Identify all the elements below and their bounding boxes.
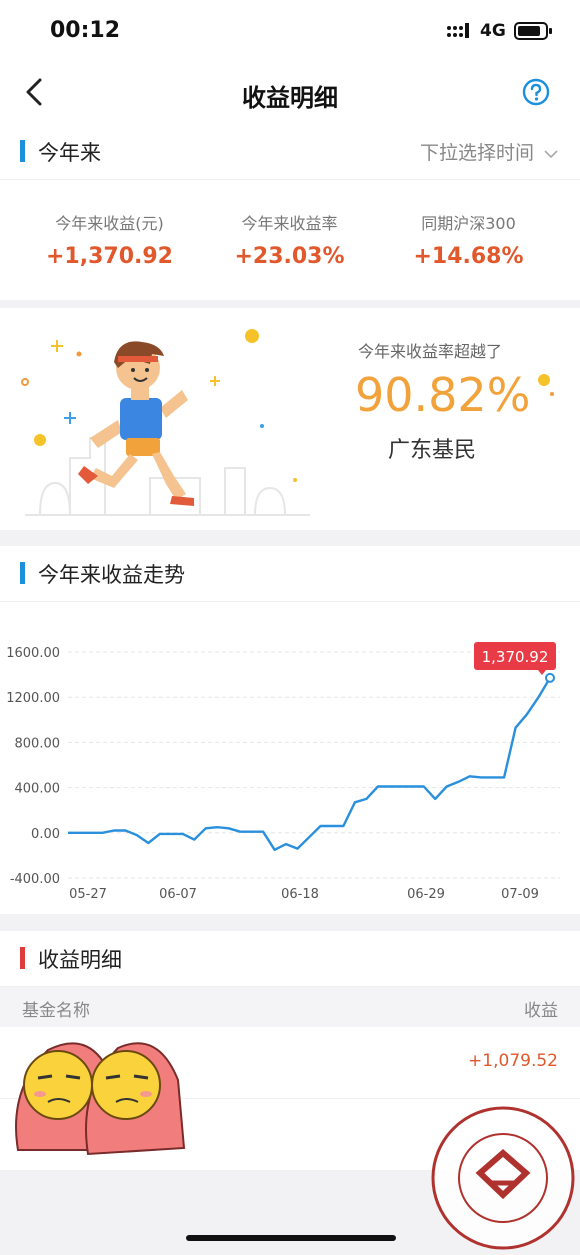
- tooltip-pointer: [538, 670, 546, 675]
- status-time: 00:12: [50, 18, 121, 43]
- network-type: 4G: [480, 21, 506, 41]
- ranking-group: 广东基民: [388, 438, 477, 463]
- tooltip-label: 1,370.92: [482, 648, 549, 666]
- detail-table-header: 基金名称 收益: [0, 987, 580, 1027]
- stat-value: +23.03%: [234, 244, 345, 269]
- trend-section-title: 今年来收益走势: [38, 563, 185, 587]
- battery-icon: [514, 22, 552, 40]
- watermark-seal: [431, 1106, 575, 1250]
- stat-ytd-profit: 今年来收益(元) +1,370.92: [13, 210, 206, 269]
- x-tick-label: 06-29: [407, 887, 445, 902]
- trend-chart: 1600.00 1200.00 800.00 400.00 0.00 -400.00 05-…: [0, 602, 580, 914]
- status-bar: 00:12 4G: [0, 0, 580, 62]
- x-tick-label: 05-27: [69, 887, 107, 902]
- chevron-down-icon: [544, 150, 558, 159]
- col-fund-name: 基金名称: [22, 1001, 90, 1021]
- emoji-sticker: [15, 1042, 186, 1156]
- detail-section-title: 收益明细: [38, 948, 122, 972]
- ranking-percent: 90.82%: [355, 368, 531, 422]
- y-tick-label: -400.00: [10, 872, 60, 887]
- y-tick-label: 800.00: [15, 736, 61, 751]
- section-accent: [20, 140, 25, 162]
- x-tick-label: 06-18: [281, 887, 319, 902]
- x-tick-label: 07-09: [501, 887, 539, 902]
- y-tick-label: 400.00: [15, 782, 61, 797]
- col-profit: 收益: [524, 1001, 558, 1021]
- stat-benchmark: 同期沪深300 +14.68%: [372, 210, 565, 269]
- section-accent: [20, 562, 25, 584]
- series-line: [68, 677, 552, 851]
- y-tick-label: 0.00: [31, 827, 60, 842]
- ranking-banner: 今年来收益率超越了 90.82% 广东基民: [0, 308, 580, 530]
- y-tick-label: 1600.00: [6, 646, 60, 661]
- stat-value: +1,370.92: [46, 244, 173, 269]
- home-indicator: [186, 1235, 396, 1241]
- sparkle-icon: [538, 374, 554, 396]
- section-accent: [20, 947, 25, 969]
- ytd-section-title: 今年来: [38, 141, 101, 165]
- signal-icon: [447, 23, 469, 38]
- ytd-stats: 今年来收益(元) +1,370.92 今年来收益率 +23.03% 同期沪深30…: [0, 180, 580, 300]
- y-tick-label: 1200.00: [6, 691, 60, 706]
- ytd-section-header: 今年来 下拉选择时间: [0, 124, 580, 180]
- runner-illustration: [21, 329, 310, 516]
- nav-bar: 收益明细: [0, 62, 580, 124]
- trend-section-header: 今年来收益走势: [0, 546, 580, 602]
- stat-value: +14.68%: [413, 244, 524, 269]
- trend-chart-svg: 1600.00 1200.00 800.00 400.00 0.00 -400.00 05-…: [6, 642, 560, 902]
- stat-label: 今年来收益(元): [55, 214, 164, 233]
- stat-label: 今年来收益率: [241, 214, 338, 233]
- last-point: [545, 672, 555, 683]
- time-picker[interactable]: 下拉选择时间: [420, 138, 558, 165]
- help-button[interactable]: [522, 78, 550, 106]
- page-title: 收益明细: [242, 84, 338, 112]
- time-picker-label: 下拉选择时间: [419, 142, 534, 164]
- stat-label: 同期沪深300: [421, 214, 516, 233]
- stat-ytd-return: 今年来收益率 +23.03%: [193, 210, 386, 269]
- x-tick-label: 06-07: [159, 887, 197, 902]
- ranking-caption: 今年来收益率超越了: [358, 342, 503, 361]
- detail-section-header: 收益明细: [0, 931, 580, 987]
- row-profit: +1,079.52: [468, 1051, 558, 1071]
